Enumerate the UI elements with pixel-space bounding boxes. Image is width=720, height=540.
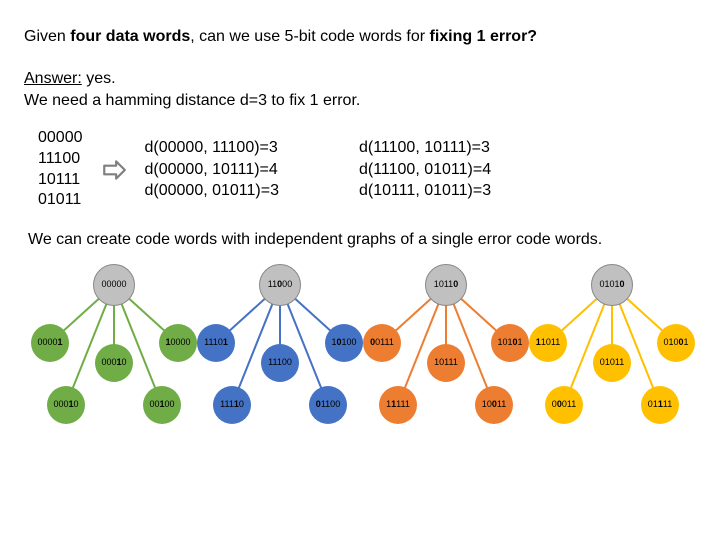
create-line: We can create code words with independen…: [28, 231, 696, 249]
graph-leaf-node: 10011: [475, 386, 513, 424]
graph-center-node: 11000: [259, 264, 301, 306]
graph-3: 01010 11011 01001 01011 00011 01111: [526, 265, 692, 435]
graph-2: 10110 00111 10101 10111 11111 10011: [360, 265, 526, 435]
answer-line: Answer: yes.: [24, 70, 696, 88]
graph-leaf-node: 01011: [593, 344, 631, 382]
graph-leaf-node: 00001: [31, 324, 69, 362]
arrow-right-icon: [101, 157, 127, 183]
graph-leaf-node: 11101: [197, 324, 235, 362]
graph-leaf-node: 00100: [143, 386, 181, 424]
graph-leaf-node: 11100: [261, 344, 299, 382]
graph-leaf-node: 11111: [379, 386, 417, 424]
graph-leaf-node: 00010: [95, 344, 133, 382]
graph-leaf-node: 01100: [309, 386, 347, 424]
graph-center-node: 00000: [93, 264, 135, 306]
graph-leaf-node: 10111: [427, 344, 465, 382]
question-text: Given four data words, can we use 5-bit …: [24, 28, 696, 46]
graph-0: 00000 00001 10000 00010 00010 00100: [28, 265, 194, 435]
graph-leaf-node: 10000: [159, 324, 197, 362]
graph-center-node: 10110: [425, 264, 467, 306]
graph-leaf-node: 10100: [325, 324, 363, 362]
graph-leaf-node: 00010: [47, 386, 85, 424]
graph-leaf-node: 01001: [657, 324, 695, 362]
distance-col-right: d(11100, 10111)=3d(11100, 01011)=4d(1011…: [359, 137, 491, 202]
graphs-row: 00000 00001 10000 00010 00010 00100 11000 1110…: [24, 265, 696, 435]
graph-leaf-node: 11110: [213, 386, 251, 424]
graph-leaf-node: 00011: [545, 386, 583, 424]
code-words: 00000 11100 10111 01011: [38, 128, 83, 211]
explain-line: We need a hamming distance d=3 to fix 1 …: [24, 92, 696, 110]
distance-row: 00000 11100 10111 01011 d(00000, 11100)=…: [38, 128, 696, 211]
graph-leaf-node: 11011: [529, 324, 567, 362]
distance-col-left: d(00000, 11100)=3d(00000, 10111)=4d(0000…: [145, 137, 279, 202]
graph-1: 11000 11101 10100 11100 11110 01100: [194, 265, 360, 435]
graph-center-node: 01010: [591, 264, 633, 306]
graph-leaf-node: 00111: [363, 324, 401, 362]
graph-leaf-node: 01111: [641, 386, 679, 424]
graph-leaf-node: 10101: [491, 324, 529, 362]
